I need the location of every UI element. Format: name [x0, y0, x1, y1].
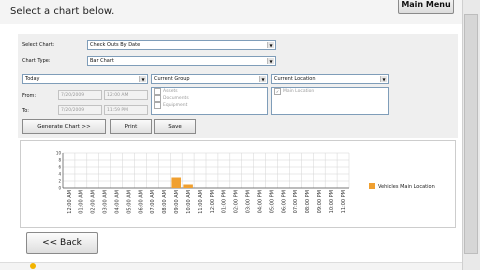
x-tick-label: 06:00 AM — [138, 190, 144, 214]
y-tick-label: 8 — [58, 158, 61, 163]
x-tick-label: 07:00 AM — [150, 190, 156, 214]
legend-swatch — [369, 183, 375, 189]
page-instruction: Select a chart below. — [10, 6, 115, 17]
x-tick-label: 06:00 PM — [281, 190, 287, 213]
date-range-dropdown[interactable]: Today ▼ — [22, 74, 148, 84]
chart-type-label: Chart Type: — [22, 58, 51, 64]
x-tick-label: 04:00 PM — [257, 190, 263, 213]
y-tick-label: 6 — [58, 165, 61, 170]
select-chart-dropdown[interactable]: Check Outs By Date ▼ — [87, 40, 276, 50]
chart-type-value: Bar Chart — [90, 58, 114, 64]
to-label: To: — [22, 108, 29, 114]
chart-area: 10 8 6 4 2 0 12:00 AM 01:00 AM 02:00 AM 03:00 AM 0… — [20, 140, 456, 228]
list-item[interactable]: Assets — [152, 88, 267, 95]
from-date-field[interactable]: 7/20/2009 — [58, 90, 102, 100]
status-bar — [0, 262, 462, 270]
to-date-field[interactable]: 7/20/2009 — [58, 105, 102, 115]
bar — [171, 177, 181, 188]
y-tick-label: 4 — [58, 172, 61, 177]
select-chart-label: Select Chart: — [22, 42, 55, 48]
bar — [183, 184, 193, 188]
x-tick-label: 12:00 AM — [67, 190, 73, 214]
x-tick-label: 01:00 AM — [79, 190, 85, 214]
x-tick-label: 08:00 AM — [162, 190, 168, 214]
checkbox[interactable] — [154, 102, 161, 109]
location-dropdown[interactable]: Current Location ▼ — [271, 74, 389, 84]
group-dropdown[interactable]: Current Group ▼ — [151, 74, 268, 84]
x-tick-label: 05:00 PM — [269, 190, 275, 213]
y-tick-label: 10 — [56, 151, 62, 156]
print-button[interactable]: Print — [110, 119, 152, 134]
x-tick-label: 09:00 PM — [317, 190, 323, 213]
main-menu-button[interactable]: Main Menu — [398, 0, 454, 14]
scrollbar-thumb[interactable] — [464, 14, 478, 254]
x-tick-label: 10:00 PM — [329, 190, 335, 213]
x-tick-label: 02:00 PM — [234, 190, 240, 213]
date-range-value: Today — [25, 76, 40, 82]
list-item[interactable]: Equipment — [152, 102, 267, 109]
checkbox[interactable] — [154, 88, 161, 95]
x-tick-label: 08:00 PM — [305, 190, 311, 213]
x-tick-label: 05:00 AM — [126, 190, 132, 214]
back-button[interactable]: << Back — [26, 232, 98, 254]
location-dropdown-value: Current Location — [274, 76, 316, 82]
x-tick-label: 03:00 PM — [246, 190, 252, 213]
group-listbox[interactable]: Assets Documents Equipment — [151, 87, 268, 115]
chevron-down-icon: ▼ — [139, 76, 146, 82]
warning-icon — [30, 263, 36, 269]
checkbox[interactable] — [154, 95, 161, 102]
select-chart-value: Check Outs By Date — [90, 42, 141, 48]
x-tick-label: 04:00 AM — [114, 190, 120, 214]
legend-label: Vehicles Main Location — [378, 184, 435, 190]
from-time-field[interactable]: 12:00 AM — [104, 90, 148, 100]
location-listbox[interactable]: ✓ Main Location — [271, 87, 389, 115]
chevron-down-icon: ▼ — [267, 58, 274, 64]
group-dropdown-value: Current Group — [154, 76, 190, 82]
x-tick-label: 09:00 AM — [174, 190, 180, 214]
save-button[interactable]: Save — [154, 119, 196, 134]
bar-chart: 10 8 6 4 2 0 12:00 AM 01:00 AM 02:00 AM 03:00 AM 0… — [56, 151, 435, 214]
x-tick-label: 11:00 AM — [198, 190, 204, 214]
checkbox-checked[interactable]: ✓ — [274, 88, 281, 95]
chart-type-dropdown[interactable]: Bar Chart ▼ — [87, 56, 276, 66]
from-label: From: — [22, 93, 37, 99]
list-item[interactable]: ✓ Main Location — [272, 88, 388, 95]
to-time-field[interactable]: 11:59 PM — [104, 105, 148, 115]
list-item[interactable]: Documents — [152, 95, 267, 102]
x-tick-label: 12:00 PM — [210, 190, 216, 213]
chevron-down-icon: ▼ — [259, 76, 266, 82]
x-tick-label: 10:00 AM — [186, 190, 192, 214]
x-tick-label: 01:00 PM — [222, 190, 228, 213]
x-tick-label: 07:00 PM — [293, 190, 299, 213]
x-tick-label: 02:00 AM — [91, 190, 97, 214]
y-tick-label: 2 — [58, 179, 61, 184]
y-tick-label: 0 — [58, 186, 61, 191]
chevron-down-icon: ▼ — [267, 42, 274, 48]
x-tick-label: 03:00 AM — [103, 190, 109, 214]
generate-chart-button[interactable]: Generate Chart >> — [22, 119, 106, 134]
x-tick-label: 11:00 PM — [341, 190, 347, 213]
chevron-down-icon: ▼ — [380, 76, 387, 82]
